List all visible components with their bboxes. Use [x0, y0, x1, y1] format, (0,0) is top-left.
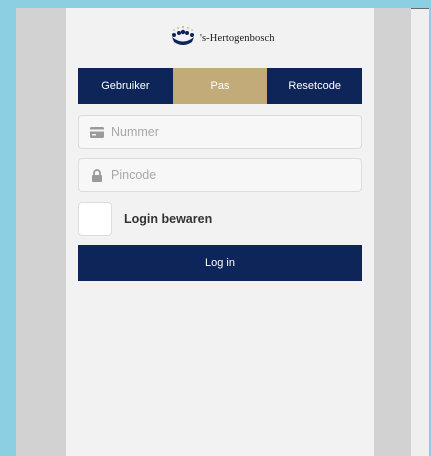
tab-pas[interactable]: Pas [172, 68, 268, 104]
number-input[interactable] [109, 124, 353, 140]
logo: 's-Hertogenbosch [170, 24, 275, 52]
card-icon [90, 125, 104, 139]
remember-login-checkbox[interactable] [78, 202, 112, 236]
login-method-tabs: Gebruiker Pas Resetcode [78, 68, 363, 104]
tab-resetcode[interactable]: Resetcode [267, 68, 363, 104]
login-panel: 's-Hertogenbosch Gebruiker Pas Resetcode… [66, 8, 374, 456]
logo-text: 's-Hertogenbosch [200, 32, 275, 44]
crown-icon [170, 25, 196, 52]
lock-icon [90, 168, 104, 182]
pincode-input[interactable] [109, 167, 353, 183]
number-field[interactable] [78, 115, 362, 149]
pincode-field[interactable] [78, 158, 362, 192]
left-gutter [16, 8, 66, 456]
remember-login-label: Login bewaren [124, 212, 213, 226]
right-gutter [374, 8, 411, 456]
tab-gebruiker[interactable]: Gebruiker [78, 68, 173, 104]
login-button[interactable]: Log in [78, 245, 362, 281]
